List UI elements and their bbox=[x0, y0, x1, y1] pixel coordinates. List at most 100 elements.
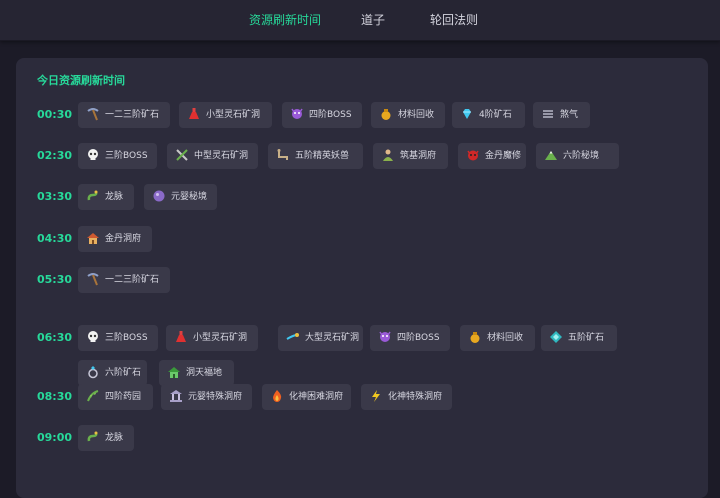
resource-chip[interactable]: 一二三阶矿石 bbox=[78, 267, 170, 293]
resource-chip-label: 煞气 bbox=[560, 110, 579, 120]
purple-monster-icon bbox=[378, 330, 392, 344]
resource-chip[interactable]: 元婴秘境 bbox=[144, 184, 217, 210]
resource-chip[interactable]: 龙脉 bbox=[78, 425, 134, 451]
time-label: 06:30 bbox=[37, 331, 73, 344]
dragon-icon bbox=[86, 189, 100, 203]
dragon-icon bbox=[86, 430, 100, 444]
tab-resource-refresh-time[interactable]: 资源刷新时间 bbox=[249, 0, 321, 40]
resource-chip[interactable]: 化神特殊洞府 bbox=[361, 384, 452, 410]
purple-orb-icon bbox=[152, 189, 166, 203]
refresh-schedule-panel: 今日资源刷新时间 00:30 一二三阶矿石 小型灵石矿洞 四阶BOSS 材料回收 4阶矿石… bbox=[16, 58, 708, 498]
skull-icon bbox=[86, 330, 100, 344]
resource-chip-label: 小型灵石矿洞 bbox=[206, 110, 261, 120]
resource-chip-label: 元婴秘境 bbox=[171, 192, 208, 202]
herb-icon bbox=[86, 389, 100, 403]
pickaxe-icon bbox=[86, 272, 100, 286]
resource-chip-label: 小型灵石矿洞 bbox=[193, 333, 248, 343]
red-flask-icon bbox=[174, 330, 188, 344]
resource-chip[interactable]: 五阶矿石 bbox=[541, 325, 617, 351]
tab-daozi[interactable]: 道子 bbox=[361, 0, 385, 40]
diamond-icon bbox=[460, 107, 474, 121]
resource-chip-label: 六阶矿石 bbox=[105, 368, 142, 378]
resource-chip-label: 三阶BOSS bbox=[105, 151, 148, 161]
resource-chip[interactable]: 金丹魔修 bbox=[458, 143, 526, 169]
time-label: 05:30 bbox=[37, 273, 73, 286]
resource-chip[interactable]: 材料回收 bbox=[460, 325, 535, 351]
fire-icon bbox=[270, 389, 284, 403]
resource-chip-label: 中型灵石矿洞 bbox=[194, 151, 249, 161]
resource-chip-label: 筑基洞府 bbox=[400, 151, 437, 161]
mist-icon bbox=[541, 107, 555, 121]
resource-chip-label: 4阶矿石 bbox=[479, 110, 512, 120]
resource-chip[interactable]: 元婴特殊洞府 bbox=[161, 384, 252, 410]
resource-chip[interactable]: 四阶BOSS bbox=[282, 102, 362, 128]
resource-chip-label: 龙脉 bbox=[105, 433, 124, 443]
resource-chip[interactable]: 小型灵石矿洞 bbox=[166, 325, 258, 351]
teal-gem-icon bbox=[549, 330, 563, 344]
cultivator-icon bbox=[381, 148, 395, 162]
resource-chip[interactable]: 四阶药园 bbox=[78, 384, 153, 410]
resource-chip[interactable]: 煞气 bbox=[533, 102, 590, 128]
green-house-icon bbox=[167, 365, 181, 379]
resource-chip[interactable]: 六阶矿石 bbox=[78, 360, 147, 386]
resource-chip[interactable]: 四阶BOSS bbox=[370, 325, 450, 351]
temple-icon bbox=[169, 389, 183, 403]
red-flask-icon bbox=[187, 107, 201, 121]
resource-chip-label: 三阶BOSS bbox=[105, 333, 148, 343]
resource-chip[interactable]: 小型灵石矿洞 bbox=[179, 102, 272, 128]
time-label: 00:30 bbox=[37, 108, 73, 121]
top-nav: 资源刷新时间 道子 轮回法则 bbox=[0, 0, 720, 41]
resource-chip[interactable]: 4阶矿石 bbox=[452, 102, 525, 128]
resource-chip[interactable]: 六阶秘境 bbox=[536, 143, 619, 169]
pickaxe-icon bbox=[86, 107, 100, 121]
crossed-tools-icon bbox=[175, 148, 189, 162]
house-icon bbox=[86, 231, 100, 245]
resource-chip-label: 四阶BOSS bbox=[397, 333, 440, 343]
ring-icon bbox=[86, 365, 100, 379]
resource-chip-label: 化神困难洞府 bbox=[289, 392, 344, 402]
resource-chip-label: 龙脉 bbox=[105, 192, 124, 202]
skull-icon bbox=[86, 148, 100, 162]
resource-chip-label: 元婴特殊洞府 bbox=[188, 392, 243, 402]
sauropod-icon bbox=[276, 148, 290, 162]
resource-chip[interactable]: 材料回收 bbox=[371, 102, 445, 128]
resource-chip-label: 四阶BOSS bbox=[309, 110, 352, 120]
resource-chip-label: 五阶矿石 bbox=[568, 333, 605, 343]
resource-chip[interactable]: 筑基洞府 bbox=[373, 143, 448, 169]
resource-chip-label: 六阶秘境 bbox=[563, 151, 600, 161]
resource-chip[interactable]: 大型灵石矿洞 bbox=[278, 325, 363, 351]
resource-chip-label: 金丹魔修 bbox=[485, 151, 522, 161]
resource-chip-label: 大型灵石矿洞 bbox=[305, 333, 360, 343]
resource-chip-label: 洞天福地 bbox=[186, 368, 223, 378]
mountain-icon bbox=[544, 148, 558, 162]
resource-chip-label: 一二三阶矿石 bbox=[105, 275, 160, 285]
resource-chip[interactable]: 五阶精英妖兽 bbox=[268, 143, 363, 169]
time-label: 02:30 bbox=[37, 149, 73, 162]
time-label: 04:30 bbox=[37, 232, 73, 245]
resource-chip[interactable]: 金丹洞府 bbox=[78, 226, 152, 252]
resource-chip-label: 材料回收 bbox=[487, 333, 524, 343]
resource-chip-label: 化神特殊洞府 bbox=[388, 392, 443, 402]
resource-chip[interactable]: 化神困难洞府 bbox=[262, 384, 351, 410]
resource-chip-label: 材料回收 bbox=[398, 110, 435, 120]
resource-chip[interactable]: 中型灵石矿洞 bbox=[167, 143, 258, 169]
time-label: 09:00 bbox=[37, 431, 73, 444]
resource-chip[interactable]: 龙脉 bbox=[78, 184, 134, 210]
time-label: 08:30 bbox=[37, 390, 73, 403]
resource-chip-label: 一二三阶矿石 bbox=[105, 110, 160, 120]
money-bag-icon bbox=[379, 107, 393, 121]
lightning-icon bbox=[369, 389, 383, 403]
resource-chip-label: 五阶精英妖兽 bbox=[295, 151, 350, 161]
resource-chip[interactable]: 三阶BOSS bbox=[78, 143, 157, 169]
resource-chip[interactable]: 洞天福地 bbox=[159, 360, 234, 386]
panel-title: 今日资源刷新时间 bbox=[37, 74, 125, 87]
resource-chip-label: 金丹洞府 bbox=[105, 234, 142, 244]
time-label: 03:30 bbox=[37, 190, 73, 203]
resource-chip-label: 四阶药园 bbox=[105, 392, 142, 402]
money-bag-icon bbox=[468, 330, 482, 344]
demon-mask-icon bbox=[466, 148, 480, 162]
tab-samsara-law[interactable]: 轮回法则 bbox=[430, 0, 478, 40]
comet-icon bbox=[286, 330, 300, 344]
resource-chip[interactable]: 三阶BOSS bbox=[78, 325, 158, 351]
resource-chip[interactable]: 一二三阶矿石 bbox=[78, 102, 170, 128]
